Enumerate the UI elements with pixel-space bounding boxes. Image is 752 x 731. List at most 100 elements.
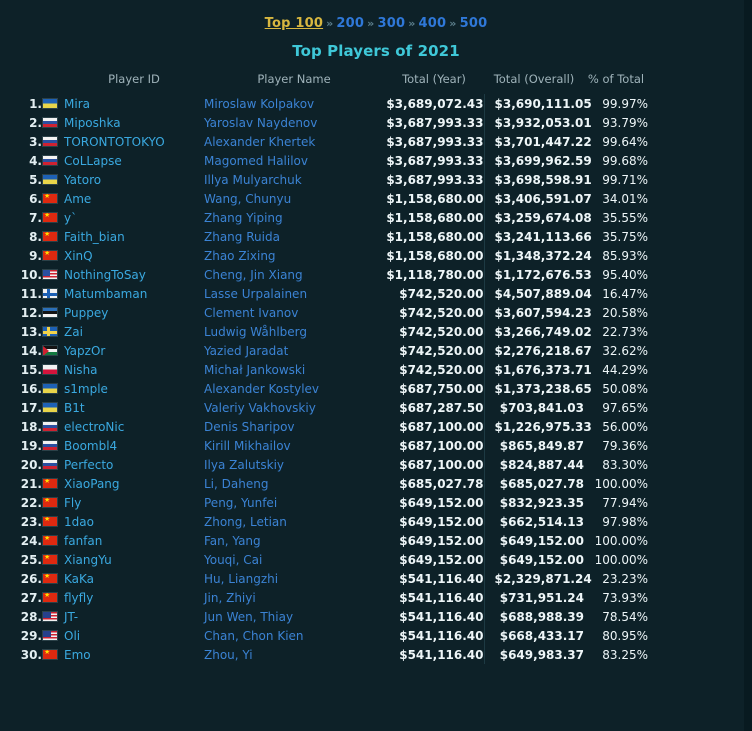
player-name-link[interactable]: Kirill Mikhailov bbox=[204, 439, 291, 453]
total-overall-cell: $688,988.39 bbox=[483, 607, 584, 626]
player-id-link[interactable]: Faith_bian bbox=[64, 230, 125, 244]
flag-cell bbox=[42, 132, 64, 151]
player-name-link[interactable]: Zhong, Letian bbox=[204, 515, 287, 529]
pct-of-total-cell: 95.40% bbox=[602, 267, 648, 282]
player-id-link[interactable]: Yatoro bbox=[64, 173, 101, 187]
nav-item-300[interactable]: 300 bbox=[377, 16, 405, 31]
player-id-link[interactable]: fanfan bbox=[64, 534, 102, 548]
total-year-cell: $541,116.40 bbox=[399, 590, 484, 605]
player-name-link[interactable]: Zhou, Yi bbox=[204, 648, 253, 662]
player-name-link[interactable]: Alexander Khertek bbox=[204, 135, 315, 149]
pct-of-total-cell: 99.97% bbox=[602, 96, 648, 111]
china-flag-icon bbox=[42, 496, 58, 508]
table-row: 13. Zai Ludwig Wåhlberg $742,520.00 $3,266,7… bbox=[0, 322, 648, 341]
player-name-cell: Fan, Yang bbox=[204, 531, 384, 550]
player-name-link[interactable]: Zhang Yiping bbox=[204, 211, 283, 225]
player-id-link[interactable]: Miposhka bbox=[64, 116, 121, 130]
player-name-link[interactable]: Cheng, Jin Xiang bbox=[204, 268, 303, 282]
nav-item-top-100[interactable]: Top 100 bbox=[265, 16, 323, 31]
player-id-link[interactable]: YapzOr bbox=[64, 344, 105, 358]
player-id-link[interactable]: electroNic bbox=[64, 420, 124, 434]
player-name-link[interactable]: Chan, Chon Kien bbox=[204, 629, 304, 643]
flag-cell bbox=[42, 607, 64, 626]
total-year-cell: $3,687,993.33 bbox=[386, 153, 484, 168]
player-id-link[interactable]: XiangYu bbox=[64, 553, 112, 567]
player-id-link[interactable]: CoLLapse bbox=[64, 154, 122, 168]
row-rank: 30. bbox=[20, 647, 42, 662]
pct-of-total-cell: 83.25% bbox=[602, 647, 648, 662]
player-id-link[interactable]: s1mple bbox=[64, 382, 108, 396]
player-name-link[interactable]: Jin, Zhiyi bbox=[204, 591, 256, 605]
player-name-cell: Michał Jankowski bbox=[204, 360, 384, 379]
player-id-link[interactable]: Nisha bbox=[64, 363, 98, 377]
player-id-link[interactable]: B1t bbox=[64, 401, 85, 415]
player-name-link[interactable]: Denis Sharipov bbox=[204, 420, 295, 434]
player-name-link[interactable]: Yazied Jaradat bbox=[204, 344, 288, 358]
player-id-link[interactable]: Emo bbox=[64, 648, 91, 662]
player-name-link[interactable]: Li, Daheng bbox=[204, 477, 268, 491]
jordan-flag-icon bbox=[42, 344, 58, 356]
player-id-link[interactable]: Boombl4 bbox=[64, 439, 117, 453]
player-name-link[interactable]: Ludwig Wåhlberg bbox=[204, 325, 307, 339]
nav-item-400[interactable]: 400 bbox=[419, 16, 447, 31]
total-year-cell: $687,100.00 bbox=[399, 457, 484, 472]
player-id-link[interactable]: 1dao bbox=[64, 515, 94, 529]
player-id-link[interactable]: Ame bbox=[64, 192, 91, 206]
nav-item-200[interactable]: 200 bbox=[336, 16, 364, 31]
player-id-link[interactable]: Mira bbox=[64, 97, 90, 111]
player-id-link[interactable]: XiaoPang bbox=[64, 477, 120, 491]
player-name-link[interactable]: Wang, Chunyu bbox=[204, 192, 291, 206]
player-name-link[interactable]: Michał Jankowski bbox=[204, 363, 305, 377]
player-id-link[interactable]: Matumbaman bbox=[64, 287, 147, 301]
player-id-link[interactable]: XinQ bbox=[64, 249, 93, 263]
nav-item-500[interactable]: 500 bbox=[460, 16, 488, 31]
player-id-link[interactable]: Puppey bbox=[64, 306, 108, 320]
player-name-link[interactable]: Clement Ivanov bbox=[204, 306, 298, 320]
player-name-link[interactable]: Yaroslav Naydenov bbox=[204, 116, 317, 130]
player-name-link[interactable]: Zhang Ruida bbox=[204, 230, 280, 244]
player-name-link[interactable]: Ilya Zalutskiy bbox=[204, 458, 284, 472]
player-id-link[interactable]: NothingToSay bbox=[64, 268, 146, 282]
total-year-cell: $742,520.00 bbox=[399, 286, 484, 301]
player-id-link[interactable]: Oli bbox=[64, 629, 80, 643]
player-name-link[interactable]: Alexander Kostylev bbox=[204, 382, 319, 396]
player-id-cell: Oli bbox=[64, 626, 204, 645]
player-id-cell: Miposhka bbox=[64, 113, 204, 132]
player-name-link[interactable]: Magomed Halilov bbox=[204, 154, 308, 168]
total-year-cell: $541,116.40 bbox=[399, 609, 484, 624]
total-overall-cell: $1,373,238.65 bbox=[483, 379, 592, 398]
table-row: 21. XiaoPang Li, Daheng $685,027.78$685,027… bbox=[0, 474, 648, 493]
flag-cell bbox=[42, 417, 64, 436]
player-id-link[interactable]: Zai bbox=[64, 325, 83, 339]
player-id-link[interactable]: JT- bbox=[64, 610, 78, 624]
pct-of-total-cell: 99.71% bbox=[602, 172, 648, 187]
player-name-link[interactable]: Fan, Yang bbox=[204, 534, 261, 548]
player-name-link[interactable]: Peng, Yunfei bbox=[204, 496, 277, 510]
player-name-cell: Valeriy Vakhovskiy bbox=[204, 398, 384, 417]
col-header-pct-of-total: % of Total bbox=[587, 72, 645, 86]
player-name-link[interactable]: Illya Mulyarchuk bbox=[204, 173, 302, 187]
total-year-cell: $649,152.00 bbox=[399, 514, 484, 529]
player-name-link[interactable]: Jun Wen, Thiay bbox=[204, 610, 293, 624]
row-rank: 7. bbox=[29, 210, 42, 225]
row-rank: 17. bbox=[20, 400, 42, 415]
total-year-cell: $742,520.00 bbox=[399, 324, 484, 339]
player-id-link[interactable]: y` bbox=[64, 211, 77, 225]
pct-of-total-cell: 56.00% bbox=[602, 419, 648, 434]
col-header-total-year: Total (Year) bbox=[402, 72, 466, 86]
player-id-link[interactable]: KaKa bbox=[64, 572, 94, 586]
player-id-cell: Mira bbox=[64, 94, 204, 113]
col-header-player-id: Player ID bbox=[108, 72, 160, 86]
player-id-link[interactable]: Perfecto bbox=[64, 458, 113, 472]
player-name-link[interactable]: Zhao Zixing bbox=[204, 249, 276, 263]
player-id-link[interactable]: flyfly bbox=[64, 591, 93, 605]
player-name-cell: Zhong, Letian bbox=[204, 512, 384, 531]
player-name-link[interactable]: Lasse Urpalainen bbox=[204, 287, 307, 301]
player-name-link[interactable]: Valeriy Vakhovskiy bbox=[204, 401, 316, 415]
player-id-link[interactable]: TORONTOTOKYO bbox=[64, 135, 165, 149]
player-name-link[interactable]: Hu, Liangzhi bbox=[204, 572, 278, 586]
total-overall-cell: $3,932,053.01 bbox=[483, 113, 592, 132]
player-name-link[interactable]: Youqi, Cai bbox=[204, 553, 262, 567]
player-id-link[interactable]: Fly bbox=[64, 496, 81, 510]
player-name-link[interactable]: Miroslaw Kolpakov bbox=[204, 97, 314, 111]
